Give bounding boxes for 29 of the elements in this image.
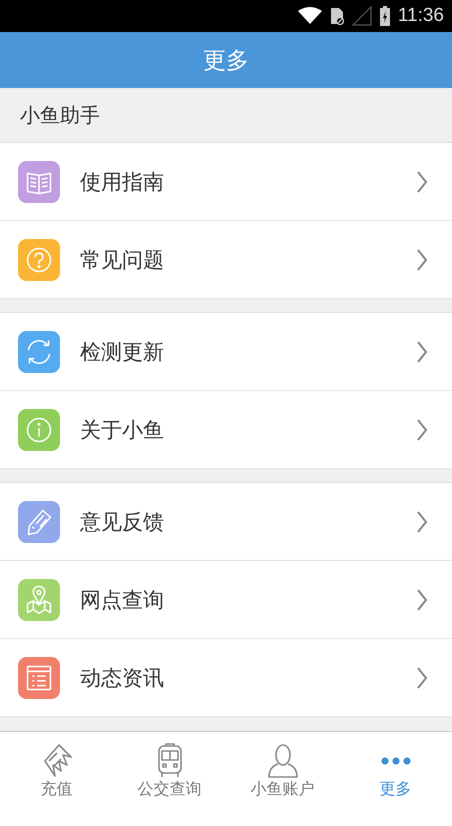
menu-item[interactable]: 检测更新 <box>0 313 452 391</box>
chevron-right-icon <box>416 588 428 612</box>
signal-icon <box>352 6 372 26</box>
more-icon <box>380 757 410 765</box>
chevron-right-icon <box>416 666 428 690</box>
menu-item-label: 关于小鱼 <box>80 416 165 444</box>
menu-item[interactable]: 关于小鱼 <box>0 391 452 469</box>
wifi-icon <box>298 7 322 25</box>
menu-item-label: 常见问题 <box>80 246 165 274</box>
page-title: 更多 <box>203 46 249 76</box>
menu-item-label: 网点查询 <box>80 586 165 614</box>
chevron-right-icon <box>416 510 428 534</box>
menu-item-label: 使用指南 <box>80 168 165 196</box>
menu-item-label: 动态资讯 <box>80 664 165 692</box>
clock-time: 11:36 <box>398 5 444 27</box>
menu-item[interactable]: 使用指南 <box>0 143 452 221</box>
battery-icon <box>380 6 390 26</box>
chevron-right-icon <box>416 248 428 272</box>
chevron-right-icon <box>416 170 428 194</box>
section-title: 小鱼助手 <box>20 102 100 128</box>
chevron-right-icon <box>416 340 428 364</box>
menu-item[interactable]: 常见问题 <box>0 221 452 299</box>
menu-item[interactable]: 网点查询 <box>0 561 452 639</box>
menu-item-label: 意见反馈 <box>80 508 165 536</box>
menu-item[interactable]: 动态资讯 <box>0 639 452 717</box>
menu-item-label: 检测更新 <box>80 338 165 366</box>
menu-item[interactable]: 意见反馈 <box>0 483 452 561</box>
sim-card-icon <box>330 7 344 25</box>
chevron-right-icon <box>416 418 428 442</box>
